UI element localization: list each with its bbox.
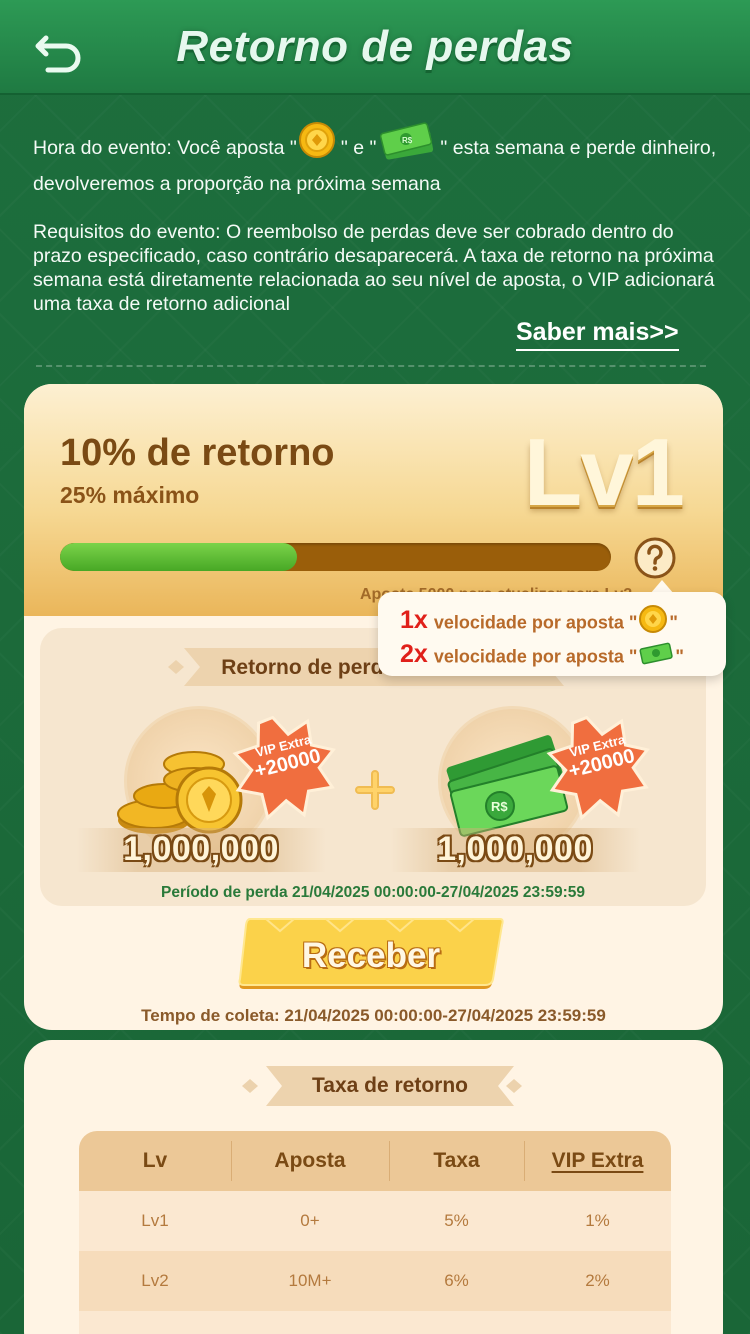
rate-table: Lv Aposta Taxa VIP Extra Lv1 0+ 5% 1% Lv… [79,1131,671,1334]
table-row [79,1311,671,1334]
table-row: Lv1 0+ 5% 1% [79,1191,671,1251]
cash-icon [637,638,675,673]
cash-vip-badge: VIP Extra +20000 [544,712,654,822]
tooltip-quote: " [669,612,678,633]
cash-amount: 1,000,000 [437,830,593,868]
event-description: Hora do evento: Você aposta " " e " R$ " es… [33,122,723,316]
event-time-part2: " e " [340,137,377,160]
vip-extra-link[interactable]: VIP Extra [552,1149,644,1173]
level-progress-bar [60,543,611,571]
page-title: Retorno de perdas [176,22,574,71]
bet-speed-tooltip: 1x velocidade por aposta " " 2x velocidade … [378,592,726,676]
rate-table-card: Taxa de retorno Lv Aposta Taxa VIP Extra… [24,1040,723,1334]
tooltip-text: velocidade por aposta " [433,612,638,633]
collect-time: Tempo de coleta: 21/04/2025 00:00:00-27/… [141,1006,606,1025]
progress-fill [60,543,297,571]
question-icon [634,537,676,579]
max-rate: 25% máximo [60,482,200,508]
event-time-part1: Hora do evento: Você aposta " [33,137,297,160]
cell-rate: 6% [444,1271,469,1290]
table-row: Lv2 10M+ 6% 2% [79,1251,671,1311]
coin-icon [637,604,669,639]
cell-bet: 10M+ [288,1271,332,1290]
cell-bet: 0+ [300,1211,320,1230]
event-time-text: Hora do evento: Você aposta " " e " R$ " es… [33,122,723,196]
header-rate: Taxa [389,1131,524,1191]
loss-period: Período de perda 21/04/2025 00:00:00-27/… [161,884,585,901]
tooltip-row-coin: 1x velocidade por aposta " " [400,604,678,639]
requirements-text: Requisitos do evento: O reembolso de per… [33,221,715,315]
coin-amount: 1,000,000 [123,830,279,868]
cell-lv: Lv2 [141,1271,169,1290]
svg-text:R$: R$ [402,136,413,145]
loss-return-card: 10% de retorno 25% máximo Lv1 Aposte 500… [24,384,723,1030]
tooltip-quote: " [675,646,684,667]
top-header: Retorno de perdas [0,0,750,95]
cell-vip-extra: 2% [585,1271,610,1290]
tooltip-text: velocidade por aposta " [433,646,638,667]
return-rate: 10% de retorno [60,432,335,474]
svg-text:R$: R$ [491,799,508,814]
rate-table-title: Taxa de retorno [312,1074,468,1097]
header-lv: Lv [142,1149,168,1172]
learn-more-link[interactable]: Saber mais>> [516,318,679,351]
tooltip-row-cash: 2x velocidade por aposta " " [400,640,684,670]
cell-rate: 5% [444,1211,469,1230]
header-bet: Aposta [231,1131,389,1191]
cell-vip-extra: 1% [585,1211,610,1230]
receive-label: Receber [301,936,441,975]
help-button[interactable] [633,536,677,580]
coin-icon [297,120,341,166]
level-badge: Lv1 [523,419,685,526]
tooltip-multiplier: 1x [400,606,428,635]
header-vip-extra[interactable]: VIP Extra [524,1131,671,1191]
tooltip-multiplier: 2x [400,640,428,669]
coin-vip-badge: VIP Extra +20000 [230,712,340,822]
table-header: Lv Aposta Taxa VIP Extra [79,1131,671,1191]
cash-icon: R$ [376,120,440,166]
cell-lv: Lv1 [141,1211,169,1230]
divider [36,365,706,367]
